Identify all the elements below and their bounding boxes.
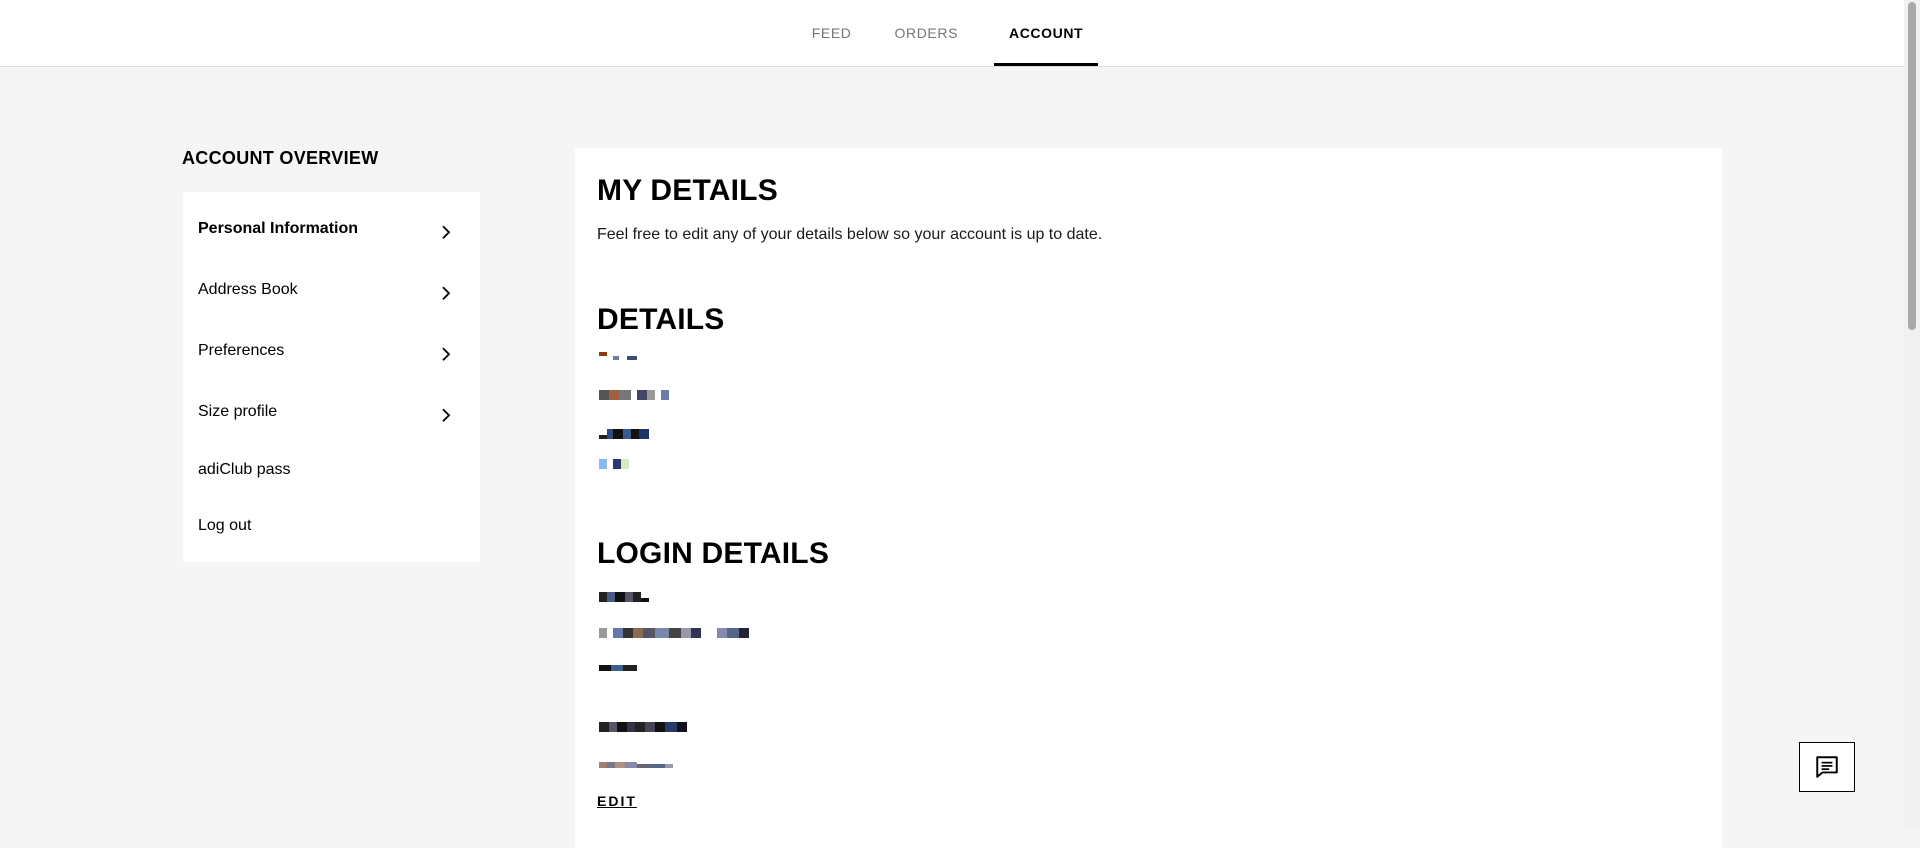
- sidebar-item-address-book[interactable]: Address Book: [183, 259, 480, 320]
- redacted-detail-value: [599, 390, 669, 400]
- sidebar-item-label: Size profile: [198, 402, 278, 420]
- chevron-right-icon: [442, 347, 451, 361]
- account-sidebar: Personal Information Address Book Prefer…: [183, 192, 480, 562]
- sidebar-item-size-profile[interactable]: Size profile: [183, 381, 480, 442]
- redacted-detail-value: [599, 352, 637, 362]
- tab-orders-label: ORDERS: [894, 25, 959, 41]
- intro-text: Feel free to edit any of your details be…: [597, 226, 1103, 243]
- sidebar-item-label: Preferences: [198, 341, 285, 359]
- sidebar-item-preferences[interactable]: Preferences: [183, 320, 480, 381]
- sidebar-item-personal-information[interactable]: Personal Information: [183, 198, 480, 259]
- chat-icon: [1816, 756, 1838, 778]
- page-title: MY DETAILS: [597, 174, 778, 207]
- sidebar-item-label: Log out: [198, 517, 252, 534]
- my-details-panel: MY DETAILS Feel free to edit any of your…: [575, 148, 1722, 848]
- details-heading: DETAILS: [597, 303, 725, 336]
- tab-account-label: ACCOUNT: [1009, 25, 1084, 41]
- tab-bar: FEED ORDERS ACCOUNT: [0, 0, 1904, 66]
- sidebar-item-label: Address Book: [198, 280, 298, 298]
- chat-button[interactable]: [1799, 742, 1855, 792]
- redacted-detail-value: [599, 459, 629, 469]
- sidebar-title: ACCOUNT OVERVIEW: [182, 148, 379, 168]
- tab-feed-label: FEED: [811, 25, 852, 41]
- chevron-right-icon: [442, 286, 451, 300]
- sidebar-item-log-out[interactable]: Log out: [183, 498, 480, 554]
- sidebar-item-adiclub-pass[interactable]: adiClub pass: [183, 442, 480, 498]
- tab-orders[interactable]: ORDERS: [880, 0, 974, 66]
- chevron-right-icon: [442, 408, 451, 422]
- scrollbar-thumb[interactable]: [1908, 2, 1916, 330]
- redacted-login-label: [599, 661, 637, 671]
- redacted-email-value: [599, 628, 749, 638]
- tab-account[interactable]: ACCOUNT: [994, 0, 1099, 66]
- redacted-password-label: [599, 722, 687, 732]
- redacted-password-value: [599, 758, 673, 768]
- redacted-detail-value: [599, 429, 649, 439]
- edit-link[interactable]: EDIT: [597, 793, 637, 809]
- sidebar-item-label: Personal Information: [198, 219, 359, 237]
- top-navigation: FEED ORDERS ACCOUNT: [0, 0, 1904, 67]
- redacted-login-label: [599, 592, 649, 602]
- login-details-heading: LOGIN DETAILS: [597, 537, 830, 570]
- sidebar-item-label: adiClub pass: [198, 461, 291, 478]
- tab-feed[interactable]: FEED: [797, 0, 867, 66]
- page-scrollbar[interactable]: [1904, 0, 1920, 831]
- chevron-right-icon: [442, 225, 451, 239]
